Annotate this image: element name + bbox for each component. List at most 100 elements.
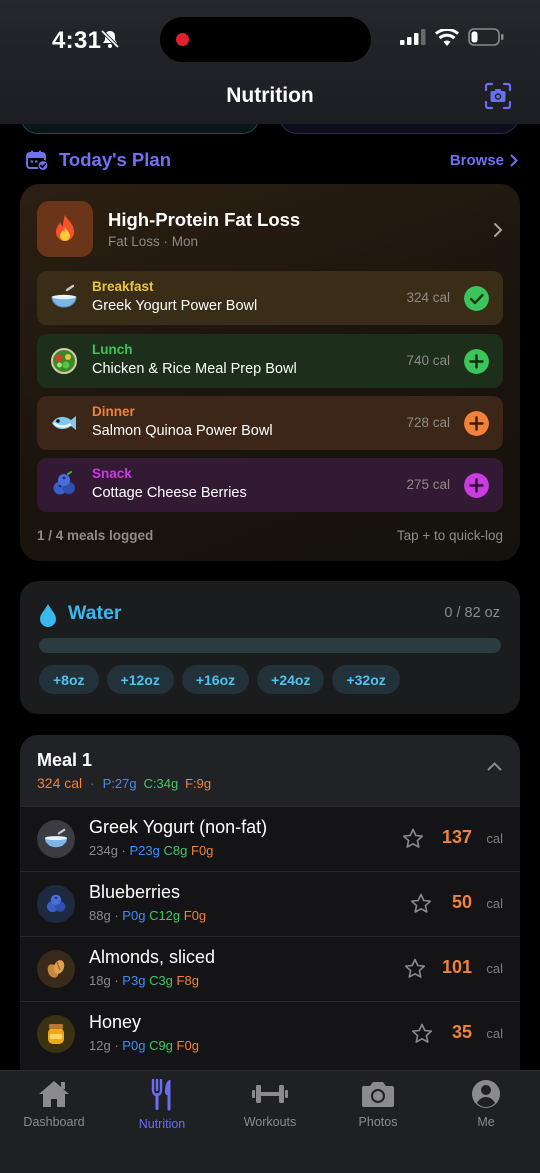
tab-nutrition[interactable]: Nutrition xyxy=(108,1079,216,1131)
chevron-up-icon[interactable] xyxy=(487,762,502,771)
separator: · xyxy=(121,843,126,858)
status-icons xyxy=(400,28,504,46)
food-row[interactable]: Greek Yogurt (non-fat) 234g · P23g C8g F… xyxy=(20,806,520,871)
food-cal-unit: cal xyxy=(486,896,503,911)
food-macros: 12g · P0g C9g F0g xyxy=(89,1038,199,1053)
food-calories: 50 xyxy=(451,892,472,912)
food-protein: P0g xyxy=(122,908,146,923)
food-carbs: C9g xyxy=(149,1038,173,1053)
meal-1-title: Meal 1 xyxy=(37,750,93,770)
food-fat: F0g xyxy=(191,843,214,858)
star-icon[interactable] xyxy=(404,958,426,979)
tab-label: Photos xyxy=(358,1115,398,1129)
bell-off-icon xyxy=(100,29,120,49)
tab-bar: Dashboard Nutrition Workouts Photos Me xyxy=(0,1070,540,1173)
meal-calories: 324 cal xyxy=(406,290,450,305)
meals-logged-count: 1 / 4 meals logged xyxy=(37,528,154,543)
food-name: Honey xyxy=(89,1012,142,1032)
star-icon[interactable] xyxy=(402,828,424,849)
calendar-check-icon xyxy=(26,150,49,171)
food-icon xyxy=(37,950,75,988)
food-icon xyxy=(37,1015,75,1053)
separator: · xyxy=(114,973,119,988)
add-8oz-button[interactable]: +8oz xyxy=(39,665,99,694)
quick-log-hint: Tap + to quick-log xyxy=(396,528,503,543)
food-grams: 88g xyxy=(89,908,111,923)
food-grams: 12g xyxy=(89,1038,111,1053)
camera-scan-icon[interactable] xyxy=(484,82,512,110)
food-carbs: C12g xyxy=(149,908,181,923)
tab-workouts[interactable]: Workouts xyxy=(216,1079,324,1129)
water-title: Water xyxy=(68,602,122,624)
food-calories: 35 xyxy=(451,1022,472,1042)
blueberries-icon xyxy=(47,894,66,913)
meal-name: Cottage Cheese Berries xyxy=(92,485,247,501)
add-icon[interactable] xyxy=(464,473,489,498)
food-calories: 137 xyxy=(441,827,472,847)
star-icon[interactable] xyxy=(410,893,432,914)
main-scroll[interactable]: Today's Plan Browse High-Protein Fat Los… xyxy=(0,124,540,1070)
honey-icon xyxy=(48,1024,64,1044)
food-protein: P3g xyxy=(122,973,146,988)
food-row[interactable]: Almonds, sliced 18g · P3g C3g F8g 101 ca… xyxy=(20,936,520,1001)
food-calories: 101 xyxy=(441,957,472,977)
food-fat: F0g xyxy=(176,1038,199,1053)
plan-meal-lunch[interactable]: Lunch Chicken & Rice Meal Prep Bowl 740 … xyxy=(37,334,503,388)
food-row[interactable]: Honey 12g · P0g C9g F0g 35 cal xyxy=(20,1001,520,1066)
tab-photos[interactable]: Photos xyxy=(324,1079,432,1129)
water-amount: 0 / 82 oz xyxy=(444,605,500,621)
bowl-icon xyxy=(45,828,67,848)
food-icon xyxy=(37,885,75,923)
meal-1-summary: 324 cal · P:27g C:34g F:9g xyxy=(37,775,211,791)
house-icon xyxy=(39,1081,69,1107)
tab-label: Nutrition xyxy=(138,1117,186,1131)
battery-icon xyxy=(468,28,504,46)
meal-calories: 740 cal xyxy=(406,353,450,368)
add-32oz-button[interactable]: +32oz xyxy=(332,665,400,694)
food-grams: 18g xyxy=(89,973,111,988)
plan-title[interactable]: High-Protein Fat Loss xyxy=(108,209,300,231)
add-24oz-button[interactable]: +24oz xyxy=(257,665,325,694)
meal-name: Salmon Quinoa Power Bowl xyxy=(92,423,273,439)
tab-dashboard[interactable]: Dashboard xyxy=(0,1079,108,1129)
add-12oz-button[interactable]: +12oz xyxy=(106,665,174,694)
browse-button[interactable]: Browse xyxy=(450,152,518,169)
blueberries-icon xyxy=(53,471,75,495)
nuts-icon xyxy=(47,960,65,978)
tab-label: Workouts xyxy=(243,1115,297,1129)
food-name: Blueberries xyxy=(89,882,181,902)
food-row[interactable]: Blueberries 88g · P0g C12g F0g 50 cal xyxy=(20,871,520,936)
food-cal-unit: cal xyxy=(486,831,503,846)
meal-name: Greek Yogurt Power Bowl xyxy=(92,298,258,314)
meal-type-label: Lunch xyxy=(92,342,133,357)
plan-meal-dinner[interactable]: Dinner Salmon Quinoa Power Bowl 728 cal xyxy=(37,396,503,450)
checkmark-icon[interactable] xyxy=(464,286,489,311)
food-name: Almonds, sliced xyxy=(89,947,216,967)
add-icon[interactable] xyxy=(464,411,489,436)
food-fat: F0g xyxy=(183,908,207,923)
star-icon[interactable] xyxy=(411,1023,433,1044)
fire-icon xyxy=(56,215,74,241)
add-16oz-button[interactable]: +16oz xyxy=(181,665,250,694)
meal-type-label: Breakfast xyxy=(92,279,154,294)
chevron-right-icon[interactable] xyxy=(493,222,503,238)
tab-me[interactable]: Me xyxy=(432,1079,540,1129)
todays-plan-header: Today's Plan Browse xyxy=(26,148,518,172)
separator: · xyxy=(90,775,95,791)
meal-calories: 728 cal xyxy=(406,415,450,430)
food-cal-unit: cal xyxy=(486,1026,503,1041)
food-grams: 234g xyxy=(89,843,118,858)
water-card: Water 0 / 82 oz +8oz +12oz +16oz +24oz +… xyxy=(20,581,520,714)
plan-card: High-Protein Fat Loss Fat Loss · Mon Bre… xyxy=(20,184,520,561)
add-icon[interactable] xyxy=(464,349,489,374)
nav-title: Nutrition xyxy=(226,84,314,107)
plan-meal-snack[interactable]: Snack Cottage Cheese Berries 275 cal xyxy=(37,458,503,512)
meal-1-header[interactable]: Meal 1 324 cal · P:27g C:34g F:9g xyxy=(20,735,520,806)
plan-meal-breakfast[interactable]: Breakfast Greek Yogurt Power Bowl 324 ca… xyxy=(37,271,503,325)
signal-icon xyxy=(400,29,426,45)
meal-1-fat: F:9g xyxy=(185,776,212,791)
dumbbell-icon xyxy=(252,1085,288,1103)
water-quick-add: +8oz +12oz +16oz +24oz +32oz xyxy=(39,665,400,694)
meal-1-protein: P:27g xyxy=(102,776,137,791)
summary-card-peek-right xyxy=(279,124,519,134)
